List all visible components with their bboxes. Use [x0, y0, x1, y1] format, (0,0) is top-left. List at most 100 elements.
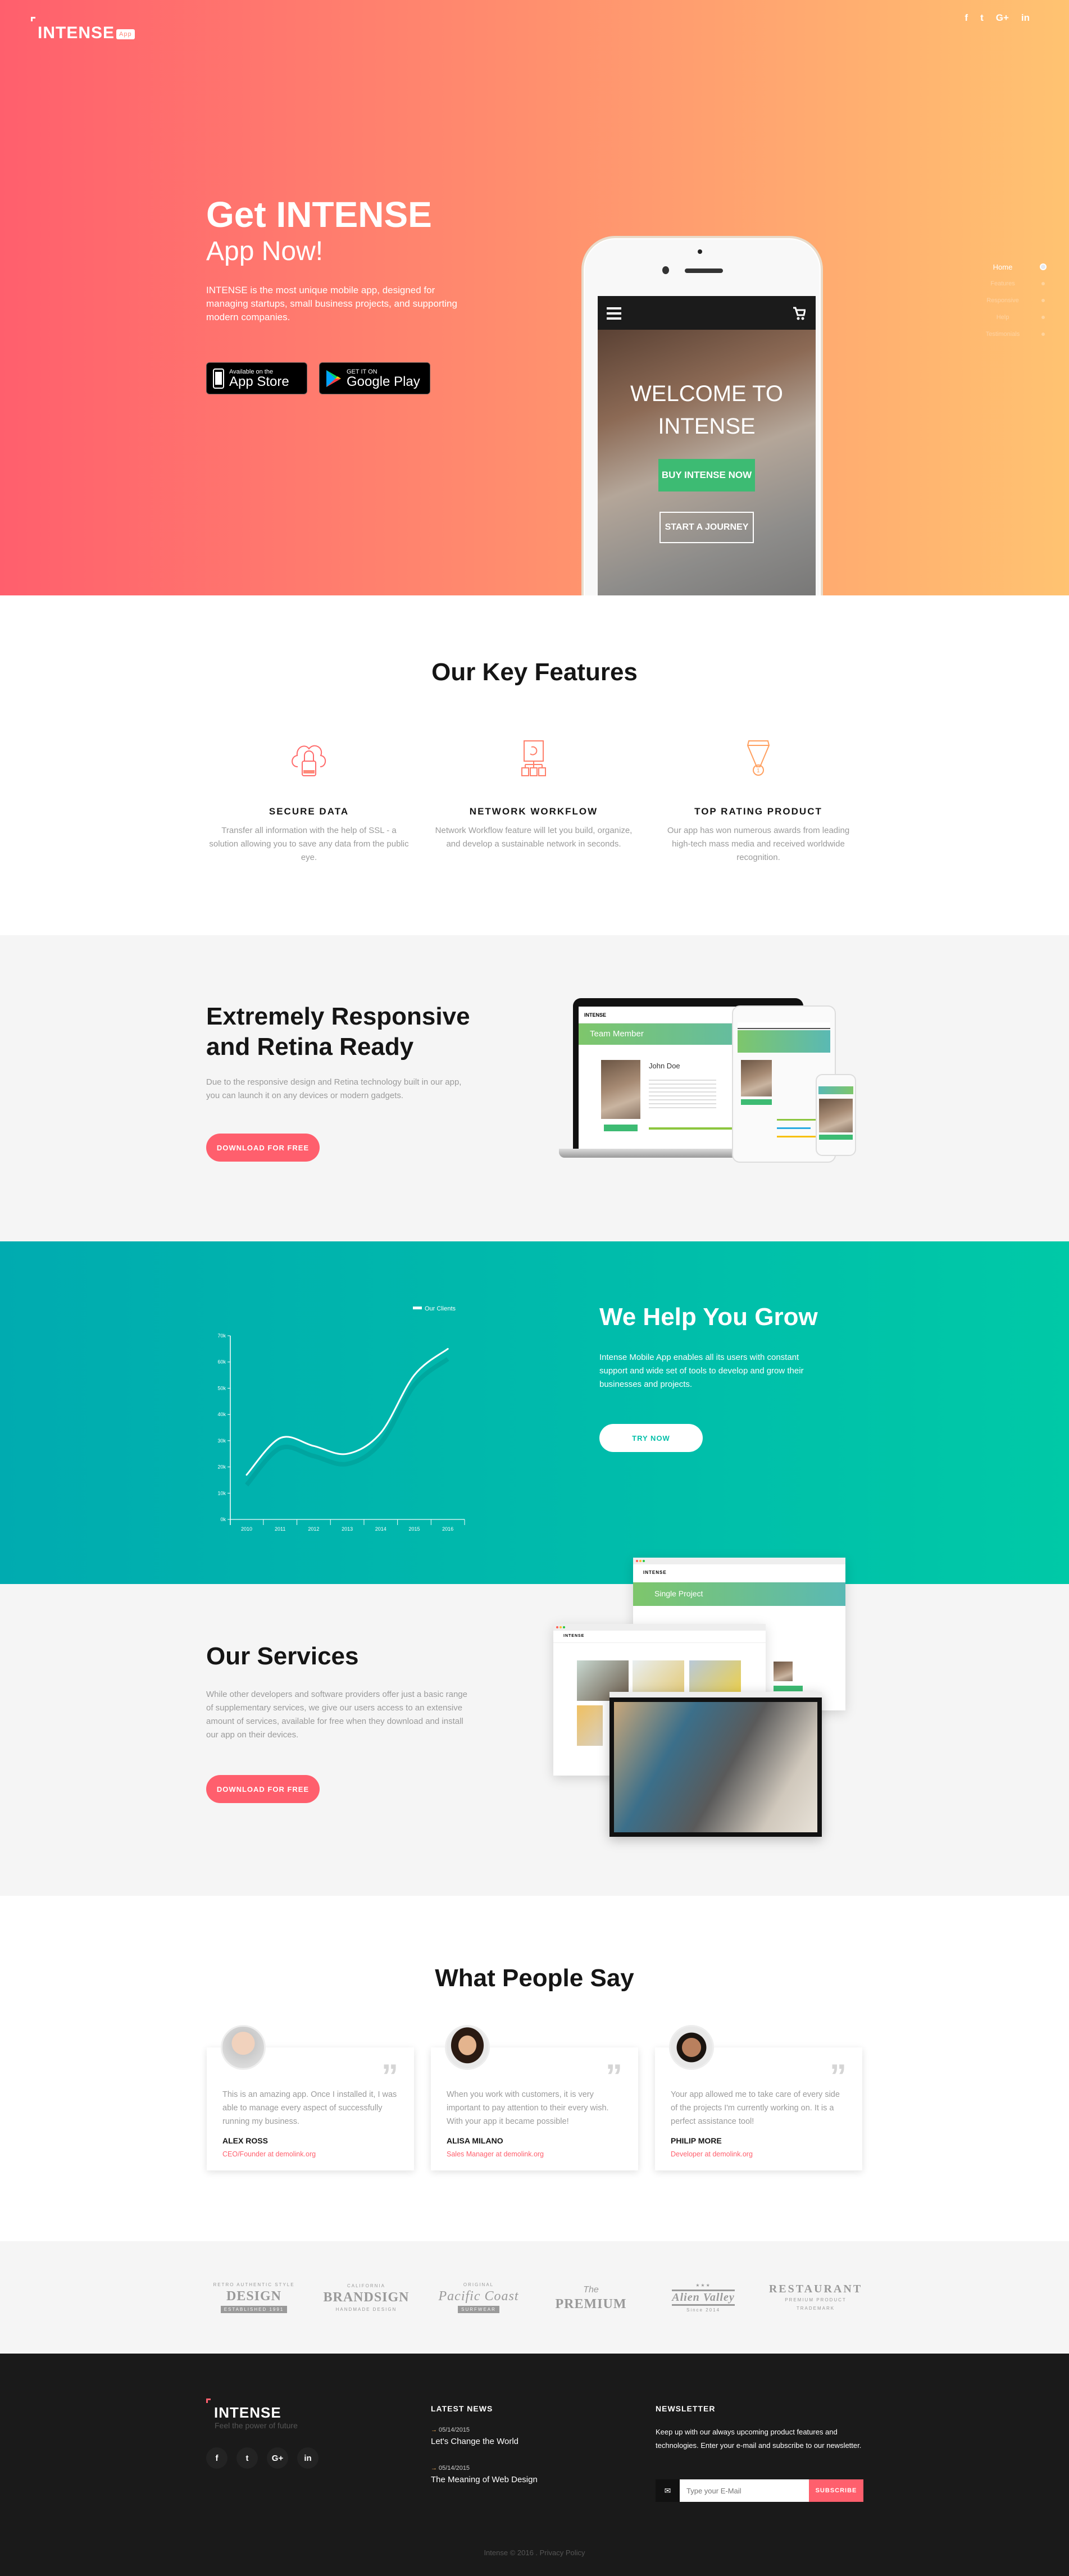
envelope-icon: ✉: [656, 2479, 680, 2502]
legend-swatch: [413, 1307, 422, 1309]
svg-text:1: 1: [757, 768, 760, 774]
side-nav-home[interactable]: Home: [975, 258, 1050, 275]
testimonials-section: What People Say ” This is an amazing app…: [0, 1896, 1069, 2241]
y-tick-label: 60k: [217, 1359, 226, 1365]
footer-logo[interactable]: INTENSE: [206, 2398, 281, 2422]
legend-label: Our Clients: [425, 1305, 456, 1312]
side-nav-features[interactable]: Features: [975, 275, 1050, 292]
phone-screen: WELCOME TO INTENSE BUY INTENSE NOW START …: [598, 296, 816, 595]
side-nav-help[interactable]: Help: [975, 309, 1050, 326]
testimonial-card: ” When you work with customers, it is ve…: [431, 2025, 638, 2170]
subscribe-button[interactable]: SUBSCRIBE: [809, 2479, 863, 2502]
side-nav-responsive[interactable]: Responsive: [975, 292, 1050, 309]
logo[interactable]: INTENSE App: [31, 17, 135, 43]
testimonial-card: ” This is an amazing app. Once I install…: [207, 2025, 414, 2170]
x-tick-label: 2016: [442, 1526, 453, 1532]
clients-line-chart: Our Clients 0k 10k 20k 30k 40k 50k 60k 70k 2010 2…: [217, 1305, 465, 1532]
footer-tagline: Feel the power of future: [215, 2421, 298, 2430]
arrow-icon: →: [431, 2427, 437, 2433]
news-item[interactable]: → 05/14/2015 The Meaning of Web Design: [431, 2465, 538, 2484]
hero-subtitle: App Now!: [206, 236, 324, 266]
menu-icon: [607, 307, 621, 320]
x-tick-label: 2013: [342, 1526, 353, 1532]
partner-logo-design: RETRO AUTHENTIC STYLE DESIGN ESTABLISHED 1…: [213, 2282, 295, 2313]
medal-icon: 1: [747, 740, 770, 776]
newsletter-form: ✉ SUBSCRIBE: [656, 2479, 863, 2502]
feature-top-rating: 1 TOP RATING PRODUCT Our app has won num…: [652, 739, 865, 864]
responsive-section: Extremely Responsive and Retina Ready Due…: [0, 935, 1069, 1241]
group-photo: [614, 1702, 817, 1832]
y-tick-label: 40k: [217, 1412, 226, 1417]
phone-mockup: WELCOME TO INTENSE BUY INTENSE NOW START …: [581, 236, 823, 595]
x-tick-label: 2012: [308, 1526, 319, 1532]
news-item[interactable]: → 05/14/2015 Let's Change the World: [431, 2427, 518, 2446]
services-section: Our Services While other developers and …: [0, 1584, 1069, 1896]
copyright[interactable]: Intense © 2016 . Privacy Policy: [0, 2548, 1069, 2557]
y-tick-label: 50k: [217, 1385, 226, 1391]
browser-team-photo: [609, 1692, 822, 1837]
avatar: [669, 2025, 714, 2070]
hero-title: Get INTENSE: [206, 194, 432, 235]
header-social-links: f t G+ in: [965, 12, 1030, 24]
phone-icon: [213, 368, 224, 389]
newsletter-title: NEWSLETTER: [656, 2404, 716, 2413]
linkedin-icon[interactable]: in: [297, 2447, 319, 2469]
hero-section: INTENSE App f t G+ in Get INTENSE App No…: [0, 0, 1069, 595]
download-free-button[interactable]: DOWNLOAD FOR FREE: [206, 1134, 320, 1162]
x-tick-label: 2015: [408, 1526, 420, 1532]
y-tick-label: 70k: [217, 1333, 226, 1339]
google-play-button[interactable]: GET IT ON Google Play: [319, 362, 430, 394]
feature-network-workflow: NETWORK WORKFLOW Network Workflow featur…: [427, 739, 640, 851]
services-description: While other developers and software prov…: [206, 1690, 467, 1740]
services-screenshots: INTENSE Single Project INTENSE: [553, 1548, 868, 1840]
side-nav-testimonials[interactable]: Testimonials: [975, 326, 1050, 343]
testimonials-title: What People Say: [435, 1964, 634, 1992]
y-tick-label: 10k: [217, 1490, 226, 1496]
feature-secure-data: SECURE DATA Transfer all information wit…: [202, 739, 416, 864]
twitter-icon[interactable]: t: [980, 12, 984, 24]
grow-title: We Help You Grow: [599, 1303, 818, 1331]
google-plus-icon[interactable]: G+: [267, 2447, 288, 2469]
google-plus-icon[interactable]: G+: [996, 12, 1009, 24]
buy-intense-button[interactable]: BUY INTENSE NOW: [658, 459, 755, 491]
app-store-button[interactable]: Available on the App Store: [206, 362, 307, 394]
series-line-our-clients: [245, 1348, 449, 1476]
partner-logo-alien-valley: ★★★ Alien Valley Since 2014: [672, 2282, 735, 2313]
features-section: Our Key Features SECURE DATA Transfer al…: [0, 595, 1069, 935]
latest-news-title: LATEST NEWS: [431, 2404, 493, 2413]
partner-logo-pacific-coast: ORIGINAL Pacific Coast SURFWEAR: [438, 2282, 519, 2313]
testimonial-card: ” Your app allowed me to take care of ev…: [655, 2025, 862, 2170]
y-tick-label: 30k: [217, 1438, 226, 1444]
start-journey-button[interactable]: START A JOURNEY: [659, 512, 754, 543]
y-tick-label: 20k: [217, 1464, 226, 1470]
cart-icon: [793, 307, 806, 320]
y-tick-label: 0k: [220, 1517, 226, 1522]
newsletter-text: Keep up with our always upcoming product…: [656, 2428, 862, 2450]
grow-description: Intense Mobile App enables all its users…: [599, 1353, 804, 1389]
series-shadow: [244, 1357, 449, 1487]
x-tick-label: 2011: [275, 1526, 285, 1532]
x-tick-label: 2010: [241, 1526, 252, 1532]
phone-small-mockup: [816, 1074, 856, 1156]
partner-logo-premium: The PREMIUM: [555, 2284, 627, 2311]
try-now-button[interactable]: TRY NOW: [599, 1424, 703, 1452]
twitter-icon[interactable]: t: [236, 2447, 258, 2469]
partner-logos: RETRO AUTHENTIC STYLE DESIGN ESTABLISHED 1…: [0, 2241, 1069, 2354]
footer: INTENSE Feel the power of future f t G+ …: [0, 2354, 1069, 2576]
google-play-icon: [326, 370, 341, 387]
responsive-title: Extremely Responsive and Retina Ready: [206, 1003, 470, 1061]
chart-legend: Our Clients: [413, 1305, 456, 1312]
welcome-heading: WELCOME TO INTENSE: [630, 381, 783, 439]
hero-description: INTENSE is the most unique mobile app, d…: [206, 285, 457, 322]
services-title: Our Services: [206, 1642, 359, 1670]
features-title: Our Key Features: [431, 658, 638, 686]
side-dot-nav: Home Features Responsive Help Testimonia…: [975, 258, 1050, 343]
services-download-button[interactable]: DOWNLOAD FOR FREE: [206, 1775, 320, 1803]
avatar: [221, 2025, 266, 2070]
facebook-icon[interactable]: f: [206, 2447, 228, 2469]
facebook-icon[interactable]: f: [965, 12, 968, 24]
email-input[interactable]: [680, 2479, 809, 2502]
avatar: [445, 2025, 490, 2070]
linkedin-icon[interactable]: in: [1021, 12, 1030, 24]
x-tick-label: 2014: [375, 1526, 386, 1532]
